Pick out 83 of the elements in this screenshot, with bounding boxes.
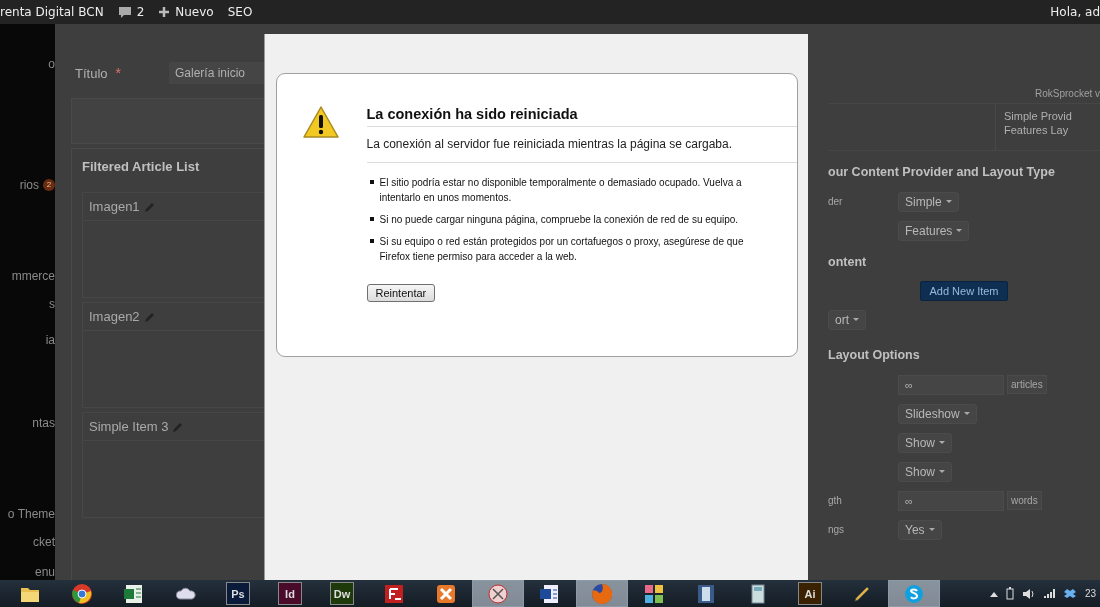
browser-icon [591, 582, 613, 605]
app-icon[interactable]: Dw [330, 582, 354, 605]
caret-icon[interactable] [989, 590, 998, 597]
spreadsheet-icon [123, 582, 145, 605]
error-tip: Si no puede cargar ninguna página, compruebe la conexión de red de su equipo. [379, 213, 739, 227]
sidebar-item[interactable]: rios 2 [0, 178, 55, 192]
site-name[interactable]: renta Digital BCN [0, 5, 104, 19]
speaker-icon[interactable] [1021, 587, 1035, 600]
greeting[interactable]: Hola, ad [1050, 5, 1100, 19]
clock: 23 [1084, 588, 1096, 599]
provider-select[interactable]: Simple [898, 191, 959, 212]
unit-label: words [1007, 491, 1042, 510]
app-icon[interactable]: Id [278, 582, 302, 605]
option-select[interactable]: Show [898, 461, 953, 482]
error-tip: Si su equipo o red están protegidos por un cortafuegos o proxy, asegúrese de que Firefox tiene permiso para acceder a la web. [379, 235, 745, 264]
sidebar-item[interactable]: o Theme [0, 507, 55, 521]
field-label: der [828, 196, 844, 207]
section-heading: our Content Provider and Layout Type [828, 165, 1056, 179]
app-icon [383, 582, 405, 605]
caret-icon [945, 200, 952, 203]
field-label: gth [828, 495, 843, 506]
required-mark: * [115, 65, 121, 81]
retry-button[interactable]: Reintentar [366, 284, 436, 302]
comments-link[interactable]: 2 [117, 5, 145, 19]
caret-icon [963, 412, 970, 415]
sidebar-item[interactable]: enu [0, 565, 55, 579]
title-label: Título [75, 65, 108, 81]
battery-icon[interactable] [1005, 587, 1014, 600]
error-tip: El sitio podría estar no disponible temporalmente o demasiado ocupado. Vuelva a intentarlo en unos momentos. [379, 176, 743, 205]
taskbar-button[interactable]: Dw [316, 580, 368, 607]
item-title: Simple Item 3 [89, 419, 169, 434]
option-select[interactable]: Show [898, 432, 953, 453]
caret-icon [853, 318, 859, 321]
caret-icon [939, 470, 946, 473]
unit-label: articles [1007, 375, 1047, 394]
app-icon[interactable]: Ai [798, 582, 822, 605]
item-title: Imagen1 [89, 199, 140, 214]
new-link[interactable]: Nuevo [158, 5, 214, 19]
chat-app-icon [903, 582, 925, 605]
app-icon[interactable]: Ps [226, 582, 250, 605]
comment-icon [117, 5, 132, 19]
sort-select[interactable]: ort [828, 309, 866, 330]
taskbar-button[interactable]: Ai [784, 580, 836, 607]
document-icon [539, 582, 561, 605]
caret-icon [956, 229, 963, 232]
version-text: RokSprocket v [1034, 88, 1100, 99]
number-field[interactable]: ∞ [898, 490, 1004, 511]
caret-icon [928, 528, 935, 531]
error-title: La conexión ha sido reiniciada [366, 106, 797, 127]
film-icon [695, 582, 717, 605]
summary-line: Features Lay [1004, 124, 1070, 136]
option-select[interactable]: Slideshow [898, 403, 977, 424]
sidebar-item[interactable]: ntas [0, 416, 55, 430]
summary-line: Simple Provid [1004, 110, 1073, 122]
bullet-icon [369, 217, 374, 221]
sidebar-item[interactable]: mmerce [0, 269, 55, 283]
sidebar-item[interactable]: cket [0, 535, 55, 549]
caret-icon [939, 441, 946, 444]
count-badge: 2 [43, 179, 55, 191]
error-message: La conexión al servidor fue reiniciada mientras la página se cargaba. [366, 137, 797, 163]
browser-icon [71, 582, 93, 605]
photos-icon [643, 582, 665, 605]
layout-select[interactable]: Features [898, 220, 970, 241]
section-heading: Layout Options [828, 348, 921, 362]
warning-icon [302, 106, 339, 138]
list-heading: Filtered Article List [82, 159, 201, 174]
sidebar-item[interactable]: ia [0, 333, 55, 347]
sidebar-item[interactable]: o [0, 57, 55, 71]
taskbar-button[interactable]: Ps [212, 580, 264, 607]
sidebar-item[interactable]: s [0, 297, 55, 311]
field-label: ngs [828, 524, 846, 535]
add-item-button[interactable]: Add New Item [920, 281, 1008, 301]
number-field[interactable]: ∞ [898, 374, 1004, 395]
section-heading: ontent [828, 255, 868, 269]
option-select[interactable]: Yes [898, 519, 942, 540]
bullet-icon [369, 239, 374, 243]
plus-icon [158, 6, 171, 18]
app-icon [435, 582, 457, 605]
signal-icon[interactable] [1042, 588, 1056, 599]
item-title: Imagen2 [89, 309, 140, 324]
seo-link[interactable]: SEO [227, 5, 253, 19]
bullet-icon [369, 180, 374, 184]
taskbar-button[interactable]: Id [264, 580, 316, 607]
